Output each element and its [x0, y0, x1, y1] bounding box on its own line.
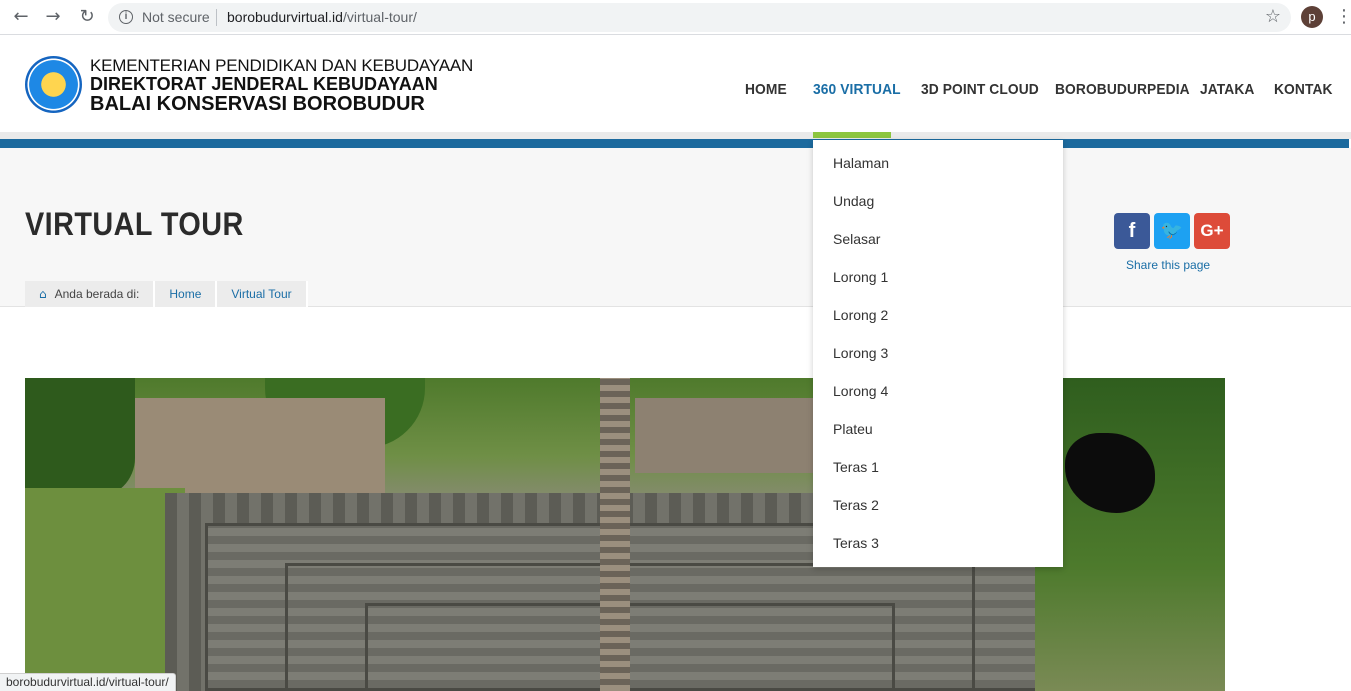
image-trees	[25, 378, 135, 498]
menu-kebab-icon[interactable]: ⋮	[1335, 6, 1351, 28]
facebook-icon[interactable]: f	[1114, 213, 1150, 249]
image-plaza	[135, 398, 385, 493]
dropdown-item-lorong-1[interactable]: Lorong 1	[813, 254, 1063, 292]
status-bar-url: borobudurvirtual.id/virtual-tour/	[0, 673, 176, 691]
breadcrumb: ⌂ Anda berada di: Home Virtual Tour	[25, 281, 308, 307]
dropdown-item-lorong-4[interactable]: Lorong 4	[813, 368, 1063, 406]
nav-360-virtual[interactable]: 360 VIRTUAL	[813, 81, 901, 98]
nav-home[interactable]: HOME	[745, 81, 787, 98]
info-icon[interactable]: i	[119, 10, 133, 24]
nav-kontak[interactable]: KONTAK	[1274, 81, 1333, 98]
header-accent-band	[0, 139, 1349, 148]
header-divider	[0, 132, 1351, 139]
breadcrumb-home[interactable]: Home	[155, 281, 218, 307]
browser-toolbar: ← → ↻ i Not secure borobudurvirtual.id/v…	[0, 0, 1351, 35]
dropdown-item-undag[interactable]: Undag	[813, 178, 1063, 216]
image-trees	[1035, 378, 1225, 691]
security-label[interactable]: Not secure	[142, 9, 210, 25]
back-icon[interactable]: ←	[10, 6, 32, 28]
home-icon: ⌂	[39, 287, 47, 301]
nav-jataka[interactable]: JATAKA	[1200, 81, 1254, 98]
profile-avatar[interactable]: p	[1301, 6, 1323, 28]
dropdown-item-selasar[interactable]: Selasar	[813, 216, 1063, 254]
dropdown-item-teras-2[interactable]: Teras 2	[813, 482, 1063, 520]
breadcrumb-virtual-tour[interactable]: Virtual Tour	[217, 281, 308, 307]
page-header: VIRTUAL TOUR ⌂ Anda berada di: Home Virtu…	[0, 148, 1351, 307]
image-lawn	[25, 488, 185, 691]
active-nav-indicator	[813, 132, 891, 138]
dropdown-item-lorong-3[interactable]: Lorong 3	[813, 330, 1063, 368]
site-header: KEMENTERIAN PENDIDIKAN DAN KEBUDAYAAN DI…	[0, 36, 1351, 132]
dropdown-item-lorong-2[interactable]: Lorong 2	[813, 292, 1063, 330]
dropdown-item-plateu[interactable]: Plateu	[813, 406, 1063, 444]
nav-3d-point-cloud[interactable]: 3D POINT CLOUD	[921, 81, 1039, 98]
breadcrumb-prefix-label: Anda berada di:	[54, 287, 140, 301]
main-nav: HOME 360 VIRTUAL 3D POINT CLOUD BOROBUDU…	[0, 81, 1351, 101]
share-label[interactable]: Share this page	[1126, 258, 1210, 272]
twitter-icon[interactable]: 🐦	[1154, 213, 1190, 249]
reload-icon[interactable]: ↻	[76, 6, 98, 28]
virtual-dropdown-menu: Halaman Undag Selasar Lorong 1 Lorong 2 …	[813, 140, 1063, 567]
google-plus-icon[interactable]: G+	[1194, 213, 1230, 249]
dropdown-item-halaman[interactable]: Halaman	[813, 140, 1063, 178]
forward-icon[interactable]: →	[42, 6, 64, 28]
url-text[interactable]: borobudurvirtual.id/virtual-tour/	[227, 9, 417, 25]
dropdown-item-teras-3[interactable]: Teras 3	[813, 520, 1063, 558]
page-title: VIRTUAL TOUR	[25, 206, 244, 242]
temple-tier	[365, 603, 895, 691]
address-bar[interactable]: i Not secure borobudurvirtual.id/virtual…	[108, 3, 1291, 32]
url-path: /virtual-tour/	[342, 9, 417, 25]
url-domain: borobudurvirtual.id	[227, 9, 343, 25]
dropdown-item-teras-1[interactable]: Teras 1	[813, 444, 1063, 482]
divider	[216, 9, 217, 26]
image-plaza	[635, 398, 815, 473]
nav-borobudurpedia[interactable]: BOROBUDURPEDIA	[1055, 81, 1190, 98]
logo-line-1: KEMENTERIAN PENDIDIKAN DAN KEBUDAYAAN	[90, 56, 474, 75]
image-stairway	[600, 378, 630, 691]
star-icon[interactable]: ☆	[1265, 6, 1281, 27]
breadcrumb-prefix: ⌂ Anda berada di:	[25, 281, 156, 307]
